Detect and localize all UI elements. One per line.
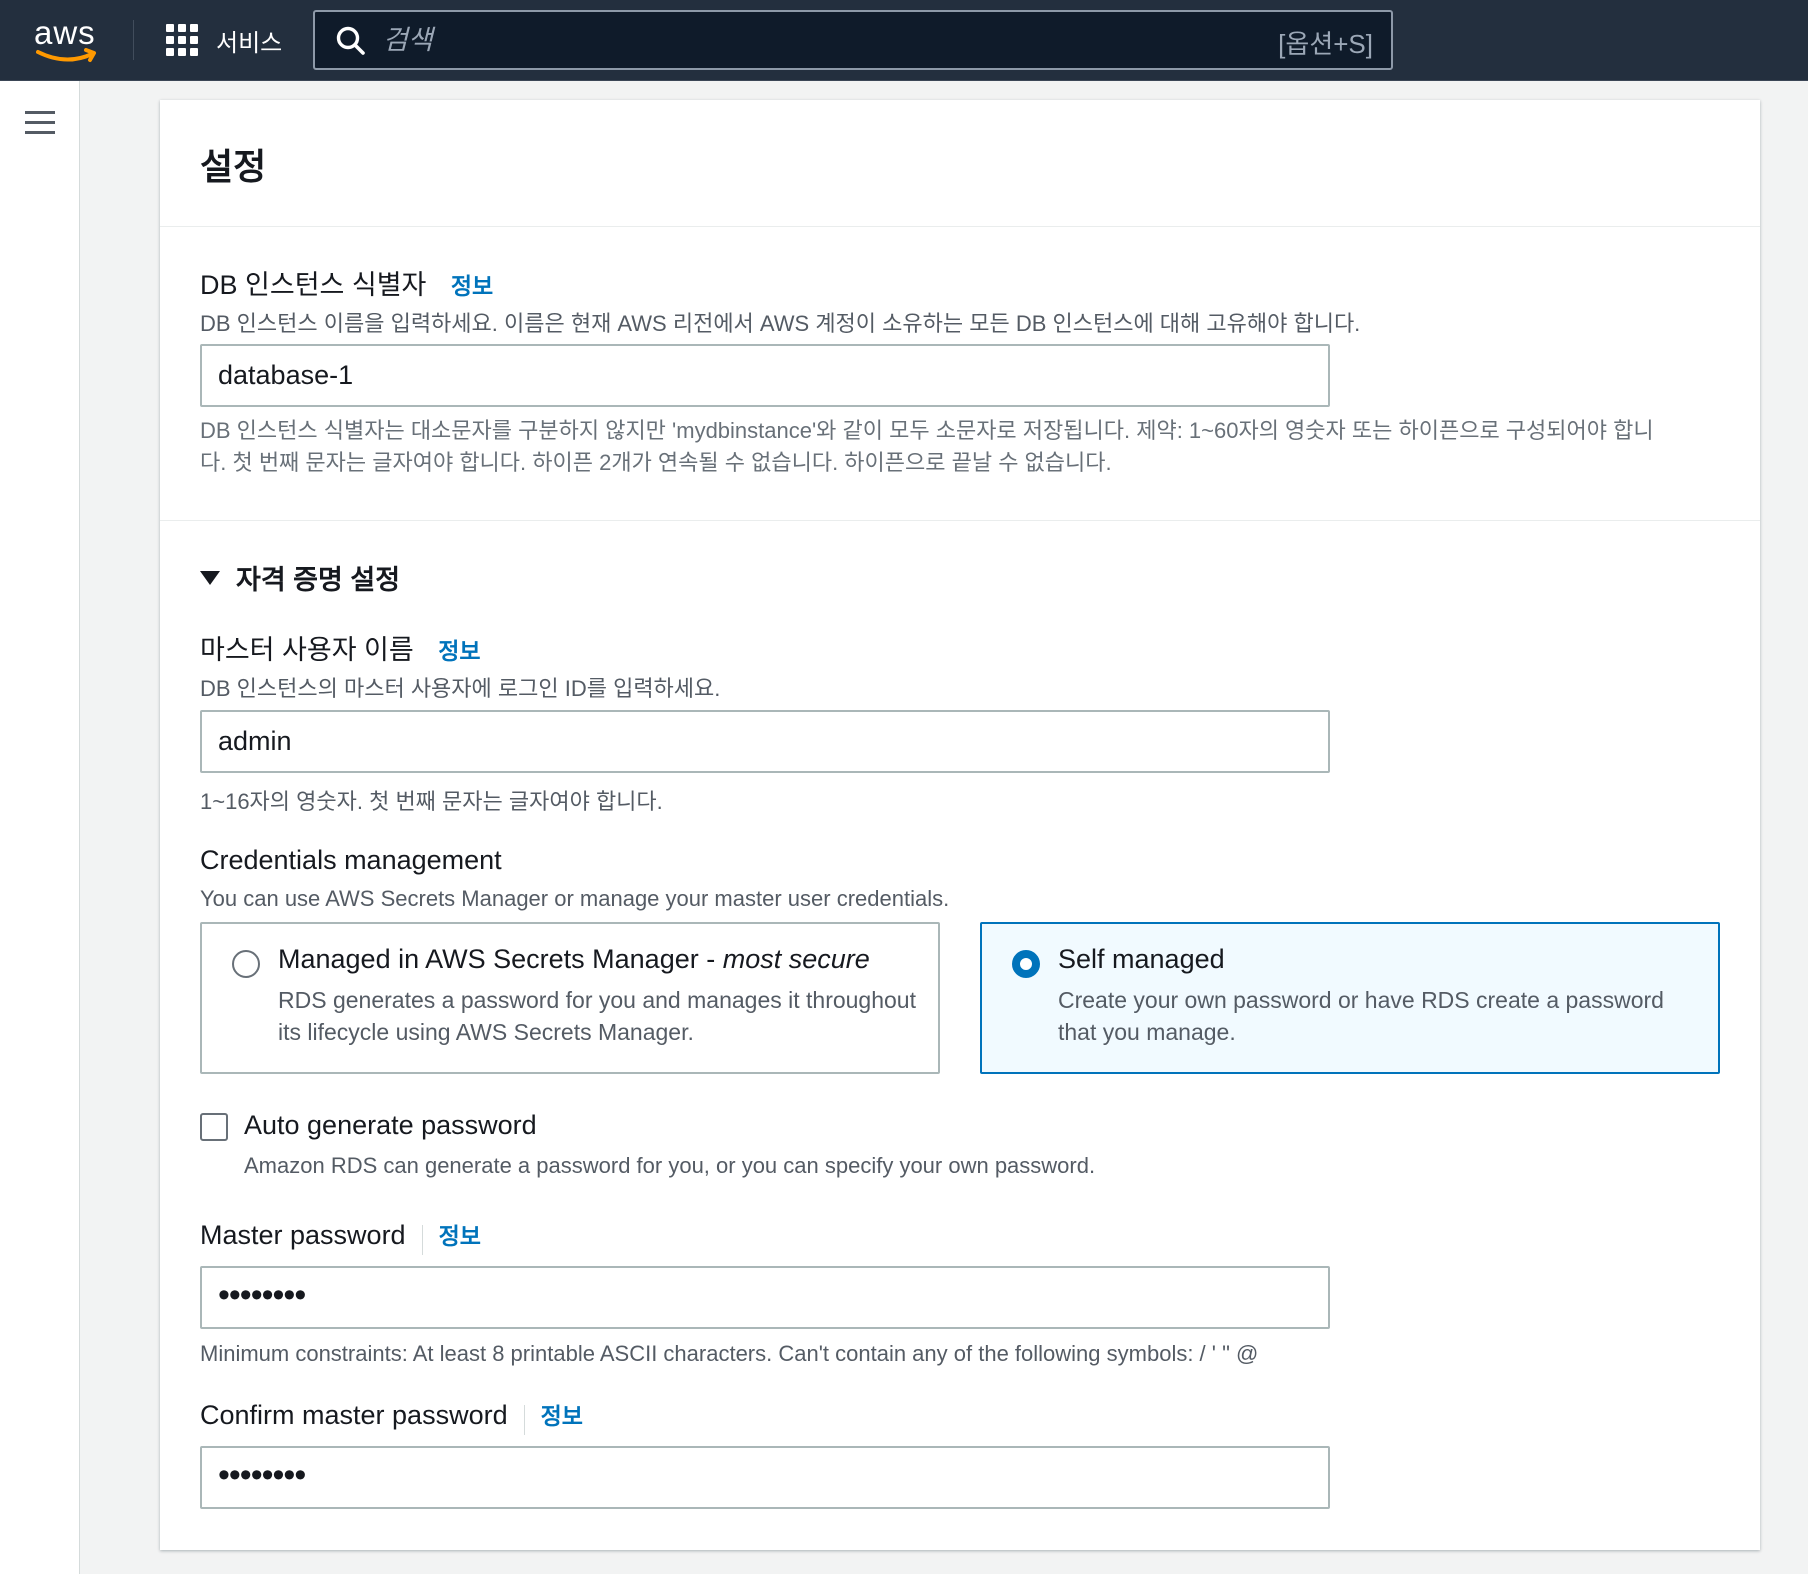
master-username-label-row: 마스터 사용자 이름 정보 [200,628,481,667]
confirm-password-input[interactable]: •••••••• [200,1446,1330,1509]
master-username-input[interactable]: admin [200,710,1330,773]
section-divider [160,520,1760,521]
aws-smile-icon [36,48,96,62]
option-secrets-manager-title: Managed in AWS Secrets Manager - most se… [278,944,870,974]
db-identifier-constraints-line2: 다. 첫 번째 문자는 글자여야 합니다. 하이픈 2개가 연속될 수 없습니다… [200,450,1112,475]
aws-logo[interactable]: aws [34,14,100,64]
caret-down-icon [200,570,220,585]
auto-generate-description: Amazon RDS can generate a password for y… [244,1153,1096,1178]
master-password-constraints: Minimum constraints: At least 8 printabl… [200,1341,1259,1366]
master-password-label-row: Master password 정보 [200,1217,481,1255]
search-box[interactable]: [옵션+S] [313,10,1393,70]
credentials-management-label: Credentials management [200,845,502,875]
db-identifier-input[interactable]: database-1 [200,344,1330,407]
radio-secrets-manager[interactable] [232,950,260,978]
services-menu-button[interactable]: 서비스 [166,22,282,58]
master-username-info-link[interactable]: 정보 [438,638,480,664]
aws-logo-text: aws [34,14,96,51]
most-secure-emphasis: most secure [722,944,870,974]
nav-divider [133,20,134,60]
settings-panel: 설정 DB 인스턴스 식별자 정보 DB 인스턴스 이름을 입력하세요. 이름은… [160,100,1760,1550]
top-navigation: aws 서비스 [옵션+S] [0,0,1808,81]
confirm-password-label: Confirm master password [200,1400,508,1430]
radio-self-managed[interactable] [1012,950,1040,978]
option-secrets-manager[interactable]: Managed in AWS Secrets Manager - most se… [200,922,940,1074]
auto-generate-checkbox[interactable] [200,1113,228,1141]
left-rail [0,81,80,1574]
master-password-label: Master password [200,1220,406,1250]
master-username-description: DB 인스턴스의 마스터 사용자에 로그인 ID를 입력하세요. [200,676,721,701]
search-input[interactable] [383,20,1223,60]
option-self-managed-title: Self managed [1058,944,1225,974]
option-self-managed-description: Create your own password or have RDS cre… [1058,987,1664,1045]
services-label: 서비스 [216,29,283,57]
db-identifier-info-link[interactable]: 정보 [451,273,493,299]
panel-header: 설정 [160,100,1760,227]
credentials-settings-toggle[interactable]: 자격 증명 설정 [200,558,400,597]
confirm-password-info-link[interactable]: 정보 [541,1403,583,1429]
db-identifier-label-row: DB 인스턴스 식별자 정보 [200,263,493,302]
option-self-managed[interactable]: Self managed Create your own password or… [980,922,1720,1074]
label-separator [421,1224,423,1255]
auto-generate-label[interactable]: Auto generate password [244,1110,537,1141]
label-separator [523,1404,525,1435]
search-shortcut-hint: [옵션+S] [1278,29,1373,59]
db-identifier-constraints-line1: DB 인스턴스 식별자는 대소문자를 구분하지 않지만 'mydbinstanc… [200,418,1654,443]
master-username-label: 마스터 사용자 이름 [200,635,414,665]
credentials-settings-title: 자격 증명 설정 [236,565,401,595]
search-icon [336,26,365,55]
grid-icon [166,24,198,56]
menu-icon[interactable] [25,111,55,135]
master-username-constraints: 1~16자의 영숫자. 첫 번째 문자는 글자여야 합니다. [200,789,663,814]
confirm-password-label-row: Confirm master password 정보 [200,1397,583,1435]
panel-title: 설정 [200,146,267,187]
db-identifier-description: DB 인스턴스 이름을 입력하세요. 이름은 현재 AWS 리전에서 AWS 계… [200,311,1361,336]
credentials-management-description: You can use AWS Secrets Manager or manag… [200,886,950,911]
master-password-info-link[interactable]: 정보 [439,1223,481,1249]
db-identifier-constraints: DB 인스턴스 식별자는 대소문자를 구분하지 않지만 'mydbinstanc… [200,415,1740,479]
master-password-input[interactable]: •••••••• [200,1266,1330,1329]
option-secrets-manager-description: RDS generates a password for you and man… [278,987,916,1045]
db-identifier-label: DB 인스턴스 식별자 [200,270,427,300]
